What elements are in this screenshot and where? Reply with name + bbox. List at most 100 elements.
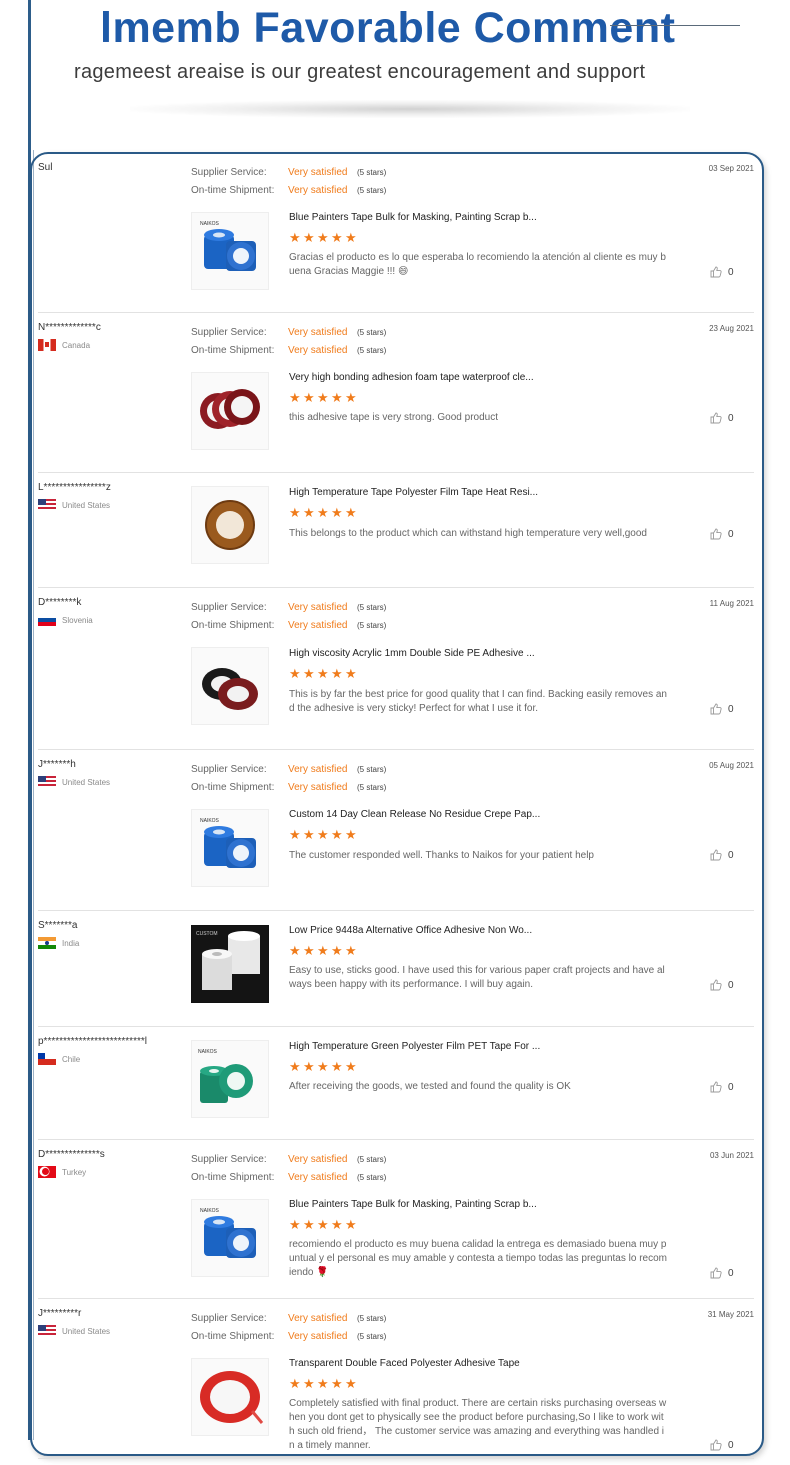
star-rating: ★ ★ ★ ★ ★ [289,827,357,842]
product-thumbnail[interactable]: NAIKOS [191,1040,269,1118]
country-flag-icon [38,1053,56,1065]
white-tape-rolls-icon: CUSTOM [192,926,268,1002]
like-button[interactable]: 0 [710,1081,734,1093]
product-title-link[interactable]: High Temperature Tape Polyester Film Tap… [289,487,538,498]
star-rating: ★ ★ ★ ★ ★ [289,505,357,520]
star-rating: ★ ★ ★ ★ ★ [289,943,357,958]
product-thumbnail[interactable]: CUSTOM [191,925,269,1003]
reviewer-name: Sul [38,162,53,173]
supplier-service-label: Supplier Service: [191,764,267,775]
reviewer-country: Canada [38,339,90,351]
supplier-service-stars: (5 stars) [357,603,387,612]
product-thumbnail[interactable] [191,486,269,564]
product-thumbnail[interactable] [191,372,269,450]
star-rating: ★ ★ ★ ★ ★ [289,1217,357,1232]
star-icon: ★ [317,230,329,245]
product-title-link[interactable]: Very high bonding adhesion foam tape wat… [289,372,534,383]
review-date: 03 Jun 2021 [709,1151,754,1160]
product-title-link[interactable]: Blue Painters Tape Bulk for Masking, Pai… [289,212,537,223]
product-thumbnail[interactable]: NAIKOS [191,1199,269,1277]
product-thumbnail[interactable] [191,1358,269,1436]
product-title-link[interactable]: Low Price 9448a Alternative Office Adhes… [289,925,532,936]
like-count: 0 [728,703,734,715]
blue-logo-tape-icon: NAIKOS [192,810,268,886]
product-title-link[interactable]: Transparent Double Faced Polyester Adhes… [289,1358,520,1369]
supplier-service-stars: (5 stars) [357,1314,387,1323]
review-item: J*******h United States Supplier Service… [38,749,754,911]
star-icon: ★ [317,666,329,681]
product-thumbnail[interactable] [191,647,269,725]
reviewer-name: D**************s [38,1149,105,1160]
like-button[interactable]: 0 [710,1267,734,1279]
review-item: L****************z United States High Te… [38,472,754,588]
thumbs-up-icon [710,1267,728,1279]
supplier-service-label: Supplier Service: [191,1154,267,1165]
star-icon: ★ [303,666,315,681]
country-flag-icon [38,1166,56,1178]
star-icon: ★ [289,943,301,958]
star-icon: ★ [303,943,315,958]
country-name: United States [62,1326,111,1336]
star-icon: ★ [289,390,301,405]
star-rating: ★ ★ ★ ★ ★ [289,666,357,681]
review-comment: This belongs to the product which can wi… [289,528,647,539]
star-icon: ★ [289,827,301,842]
star-icon: ★ [303,1376,315,1391]
review-comment: Easy to use, sticks good. I have used th… [289,965,665,990]
shipment-rating: Very satisfied [288,1331,348,1342]
shipment-label: On-time Shipment: [191,345,275,356]
like-button[interactable]: 0 [710,703,734,715]
like-button[interactable]: 0 [710,1439,734,1451]
country-flag-icon [38,499,56,511]
reviewer-name: L****************z [38,482,111,493]
star-icon: ★ [345,1217,357,1232]
country-name: Chile [62,1054,81,1064]
product-title-link[interactable]: Custom 14 Day Clean Release No Residue C… [289,809,540,820]
review-item: D********k Slovenia Supplier Service: Ve… [38,587,754,750]
star-icon: ★ [317,827,329,842]
star-icon: ★ [303,390,315,405]
star-rating: ★ ★ ★ ★ ★ [289,230,357,245]
star-icon: ★ [345,827,357,842]
review-comment: The customer responded well. Thanks to N… [289,850,594,861]
star-icon: ★ [345,505,357,520]
shipment-rating: Very satisfied [288,620,348,631]
reviewer-country: United States [38,1325,110,1337]
star-icon: ★ [331,666,343,681]
star-icon: ★ [317,1059,329,1074]
like-count: 0 [728,412,734,424]
star-rating: ★ ★ ★ ★ ★ [289,1376,357,1391]
supplier-service-rating: Very satisfied [288,764,348,775]
star-icon: ★ [331,505,343,520]
star-icon: ★ [317,505,329,520]
like-button[interactable]: 0 [710,528,734,540]
shipment-label: On-time Shipment: [191,782,275,793]
product-title-link[interactable]: High Temperature Green Polyester Film PE… [289,1041,540,1052]
red-tape-rolls-icon [192,373,268,449]
supplier-service-rating: Very satisfied [288,1154,348,1165]
product-title-link[interactable]: High viscosity Acrylic 1mm Double Side P… [289,648,535,659]
like-button[interactable]: 0 [710,412,734,424]
supplier-service-rating: Very satisfied [288,1313,348,1324]
reviewer-country: United States [38,499,110,511]
supplier-service-stars: (5 stars) [357,765,387,774]
like-button[interactable]: 0 [710,266,734,278]
star-icon: ★ [289,505,301,520]
like-button[interactable]: 0 [710,979,734,991]
review-item: J*********r United States Supplier Servi… [38,1298,754,1459]
like-button[interactable]: 0 [710,849,734,861]
shipment-rating: Very satisfied [288,1172,348,1183]
star-icon: ★ [289,230,301,245]
star-icon: ★ [331,1217,343,1232]
product-thumbnail[interactable]: NAIKOS [191,809,269,887]
country-name: Slovenia [62,615,93,625]
title-divider [610,25,740,26]
star-icon: ★ [345,390,357,405]
star-icon: ★ [317,390,329,405]
reviewer-country: India [38,937,79,949]
review-item: Sul Supplier Service: Very satisfied (5 … [38,152,754,313]
shipment-stars: (5 stars) [357,186,387,195]
product-title-link[interactable]: Blue Painters Tape Bulk for Masking, Pai… [289,1199,537,1210]
svg-text:NAIKOS: NAIKOS [200,221,220,227]
product-thumbnail[interactable]: NAIKOS [191,212,269,290]
